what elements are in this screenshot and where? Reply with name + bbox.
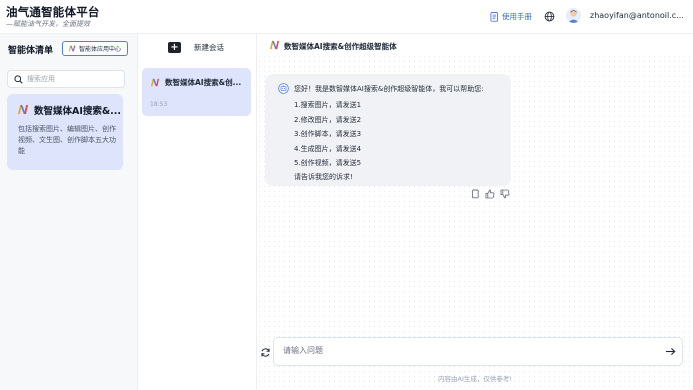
agent-description: 包括搜索图片、编辑图片、创作视频、文生图、创作脚本五大功能	[18, 125, 116, 155]
agent-app-center-label: 智能体应用中心	[79, 46, 122, 53]
globe-icon[interactable]	[544, 11, 555, 22]
copy-button[interactable]	[470, 189, 480, 199]
message-input-box[interactable]	[273, 337, 683, 366]
bot-option-item: 5.创作视频，请发送5	[294, 159, 362, 168]
send-arrow-icon[interactable]	[665, 346, 676, 357]
agent-name: 数智媒体AI搜索&...	[34, 106, 121, 117]
new-session-button[interactable]: + 新建会话	[168, 42, 224, 53]
thumbs-up-icon	[485, 189, 495, 199]
user-name[interactable]: zhaoyifan@antonoil.c...	[590, 11, 688, 20]
bot-greeting: 您好！我是数智媒体AI搜索&创作超级智能体，我可以帮助您:	[294, 85, 484, 93]
thumbs-down-icon	[500, 189, 510, 199]
plus-icon: +	[168, 42, 181, 53]
dislike-button[interactable]	[500, 189, 510, 199]
agent-app-center-button[interactable]: 智能体应用中心	[62, 41, 128, 56]
session-list: + 新建会话 数智媒体AI搜索&创... 18:53	[138, 34, 257, 390]
search-icon	[14, 74, 23, 84]
bot-option-list: 1.搜索图片，请发送1 2.修改图片，请发送2 3.创作脚本，请发送3 4.生成…	[294, 98, 361, 171]
agent-list-title: 智能体清单	[8, 46, 54, 56]
bot-option-item: 3.创作脚本，请发送3	[294, 130, 362, 139]
avatar[interactable]	[566, 8, 581, 23]
search-input[interactable]	[27, 75, 117, 83]
user-manual-link[interactable]: 使用手册	[490, 11, 532, 22]
new-session-label: 新建会话	[194, 43, 224, 52]
bot-option-item: 2.修改图片，请发送2	[294, 115, 362, 124]
bot-prompt: 请告诉我您的诉求!	[294, 173, 353, 181]
brand-n-logo-icon	[150, 78, 160, 87]
bot-option-item: 4.生成图片，请发送4	[294, 144, 362, 153]
message-actions	[470, 189, 510, 199]
session-time: 18:53	[150, 101, 168, 108]
session-item[interactable]: 数智媒体AI搜索&创... 18:53	[142, 68, 251, 116]
copy-icon	[471, 189, 479, 199]
bot-message-bubble: 您好！我是数智媒体AI搜索&创作超级智能体，我可以帮助您: 1.搜索图片，请发送…	[265, 74, 511, 186]
user-manual-label: 使用手册	[502, 12, 532, 21]
agent-list-sidebar: 智能体清单 智能体应用中心 数智媒体AI搜索&... 包括搜索图片、编辑图片、创…	[0, 34, 138, 390]
brand-n-logo-icon	[68, 45, 76, 52]
ai-disclaimer: 内容由AI生成，仅供参考!	[438, 375, 512, 383]
chat-title: 数智媒体AI搜索&创作超级智能体	[284, 42, 397, 51]
platform-title: 油气通智能体平台	[6, 5, 100, 19]
like-button[interactable]	[485, 189, 495, 199]
refresh-icon[interactable]	[260, 347, 271, 358]
user-avatar-icon	[567, 10, 580, 23]
chat-header: 数智媒体AI搜索&创作超级智能体	[257, 34, 693, 56]
search-box[interactable]	[7, 70, 125, 88]
session-title: 数智媒体AI搜索&创...	[165, 78, 242, 87]
brand-n-logo-icon	[269, 40, 280, 50]
chat-panel: 数智媒体AI搜索&创作超级智能体 您好！我是数智媒体AI搜索&创作超级智能体，我…	[257, 34, 693, 390]
top-header: 油气通智能体平台 —赋能油气开发，全面提效 使用手册 zhaoyifan@ant…	[0, 0, 693, 34]
document-icon	[490, 11, 498, 22]
platform-subtitle: —赋能油气开发，全面提效	[6, 20, 90, 28]
brand-n-logo-icon	[18, 105, 28, 114]
message-input[interactable]	[283, 346, 643, 355]
robot-icon	[278, 83, 289, 94]
agent-card[interactable]: 数智媒体AI搜索&... 包括搜索图片、编辑图片、创作视频、文生图、创作脚本五大…	[7, 94, 123, 170]
bot-option-item: 1.搜索图片，请发送1	[294, 101, 362, 109]
